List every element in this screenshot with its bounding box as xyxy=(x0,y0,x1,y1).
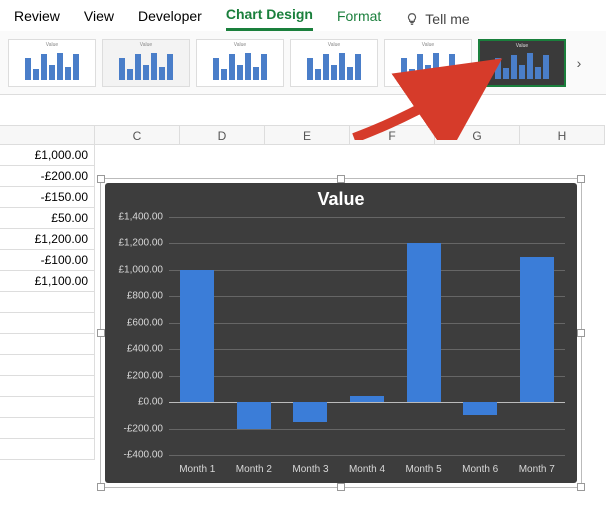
chart-style-thumb[interactable]: Value xyxy=(384,39,472,87)
y-axis-label: £400.00 xyxy=(109,344,163,355)
column-header[interactable]: C xyxy=(95,125,180,145)
y-axis-label: £0.00 xyxy=(109,397,163,408)
tell-me-search[interactable]: Tell me xyxy=(405,11,469,27)
cell[interactable] xyxy=(0,418,95,439)
bar-slot: Month 6 xyxy=(452,217,509,455)
cell[interactable] xyxy=(0,439,95,460)
resize-handle[interactable] xyxy=(577,329,585,337)
tab-developer[interactable]: Developer xyxy=(138,8,202,30)
column-headers: C D E F G H xyxy=(0,125,605,145)
chart-style-thumb[interactable]: Value xyxy=(196,39,284,87)
chart-canvas[interactable]: Value -£400.00-£200.00£0.00£200.00£400.0… xyxy=(105,183,577,483)
x-axis-label: Month 3 xyxy=(282,464,339,475)
chart-object[interactable]: Value -£400.00-£200.00£0.00£200.00£400.0… xyxy=(100,178,582,488)
chart-title[interactable]: Value xyxy=(105,183,577,210)
chart-style-thumb[interactable]: Value xyxy=(102,39,190,87)
y-axis-label: £800.00 xyxy=(109,291,163,302)
gridline xyxy=(169,455,565,456)
gallery-next-button[interactable]: › xyxy=(572,39,586,87)
x-axis-label: Month 2 xyxy=(226,464,283,475)
bulb-icon xyxy=(405,12,419,26)
cell[interactable] xyxy=(0,376,95,397)
bar-slot: Month 5 xyxy=(395,217,452,455)
x-axis-label: Month 4 xyxy=(339,464,396,475)
chart-style-thumb-selected[interactable]: Value xyxy=(478,39,566,87)
y-axis-label: £200.00 xyxy=(109,370,163,381)
cell[interactable] xyxy=(0,355,95,376)
bar[interactable] xyxy=(237,402,271,428)
spreadsheet-area: C D E F G H £1,000.00-£200.00-£150.00£50… xyxy=(0,95,606,125)
bar[interactable] xyxy=(407,243,441,402)
column-header[interactable]: E xyxy=(265,125,350,145)
x-axis-label: Month 5 xyxy=(395,464,452,475)
bar[interactable] xyxy=(463,402,497,415)
chart-style-thumb[interactable]: Value xyxy=(8,39,96,87)
bar-slot: Month 7 xyxy=(508,217,565,455)
cell[interactable]: -£150.00 xyxy=(0,187,95,208)
y-axis-label: £1,000.00 xyxy=(109,264,163,275)
tab-chart-design[interactable]: Chart Design xyxy=(226,6,313,31)
ribbon-tabs: Review View Developer Chart Design Forma… xyxy=(0,0,606,31)
bar-slot: Month 3 xyxy=(282,217,339,455)
bar[interactable] xyxy=(350,396,384,403)
x-axis-label: Month 1 xyxy=(169,464,226,475)
bar[interactable] xyxy=(293,402,327,422)
bar-slot: Month 2 xyxy=(226,217,283,455)
column-header[interactable]: F xyxy=(350,125,435,145)
resize-handle[interactable] xyxy=(97,483,105,491)
y-axis-label: £1,400.00 xyxy=(109,212,163,223)
column-header[interactable]: H xyxy=(520,125,605,145)
resize-handle[interactable] xyxy=(577,175,585,183)
resize-handle[interactable] xyxy=(337,175,345,183)
x-axis-label: Month 7 xyxy=(508,464,565,475)
resize-handle[interactable] xyxy=(97,329,105,337)
cell[interactable]: £1,000.00 xyxy=(0,145,95,166)
tab-review[interactable]: Review xyxy=(14,8,60,30)
x-axis-label: Month 6 xyxy=(452,464,509,475)
plot-area[interactable]: -£400.00-£200.00£0.00£200.00£400.00£600.… xyxy=(169,217,565,455)
tab-view[interactable]: View xyxy=(84,8,114,30)
cell[interactable]: £1,100.00 xyxy=(0,271,95,292)
bar[interactable] xyxy=(180,270,214,402)
y-axis-label: £1,200.00 xyxy=(109,238,163,249)
y-axis-label: -£200.00 xyxy=(109,423,163,434)
bar-slot: Month 4 xyxy=(339,217,396,455)
column-header[interactable]: D xyxy=(180,125,265,145)
bar-slot: Month 1 xyxy=(169,217,226,455)
resize-handle[interactable] xyxy=(97,175,105,183)
column-header[interactable]: G xyxy=(435,125,520,145)
bar[interactable] xyxy=(520,257,554,402)
tell-me-label: Tell me xyxy=(425,11,469,27)
cell-grid[interactable]: £1,000.00-£200.00-£150.00£50.00£1,200.00… xyxy=(0,145,95,460)
cell[interactable] xyxy=(0,334,95,355)
y-axis-label: -£400.00 xyxy=(109,450,163,461)
chart-style-thumb[interactable]: Value xyxy=(290,39,378,87)
bars-container: Month 1Month 2Month 3Month 4Month 5Month… xyxy=(169,217,565,455)
y-axis-label: £600.00 xyxy=(109,317,163,328)
resize-handle[interactable] xyxy=(577,483,585,491)
cell[interactable]: -£100.00 xyxy=(0,250,95,271)
chart-style-gallery: Value Value Value Value Value Value › xyxy=(0,31,606,95)
cell[interactable] xyxy=(0,397,95,418)
cell[interactable]: £50.00 xyxy=(0,208,95,229)
column-header[interactable] xyxy=(0,125,95,145)
cell[interactable]: £1,200.00 xyxy=(0,229,95,250)
cell[interactable] xyxy=(0,313,95,334)
tab-format[interactable]: Format xyxy=(337,8,381,30)
resize-handle[interactable] xyxy=(337,483,345,491)
cell[interactable]: -£200.00 xyxy=(0,166,95,187)
cell[interactable] xyxy=(0,292,95,313)
